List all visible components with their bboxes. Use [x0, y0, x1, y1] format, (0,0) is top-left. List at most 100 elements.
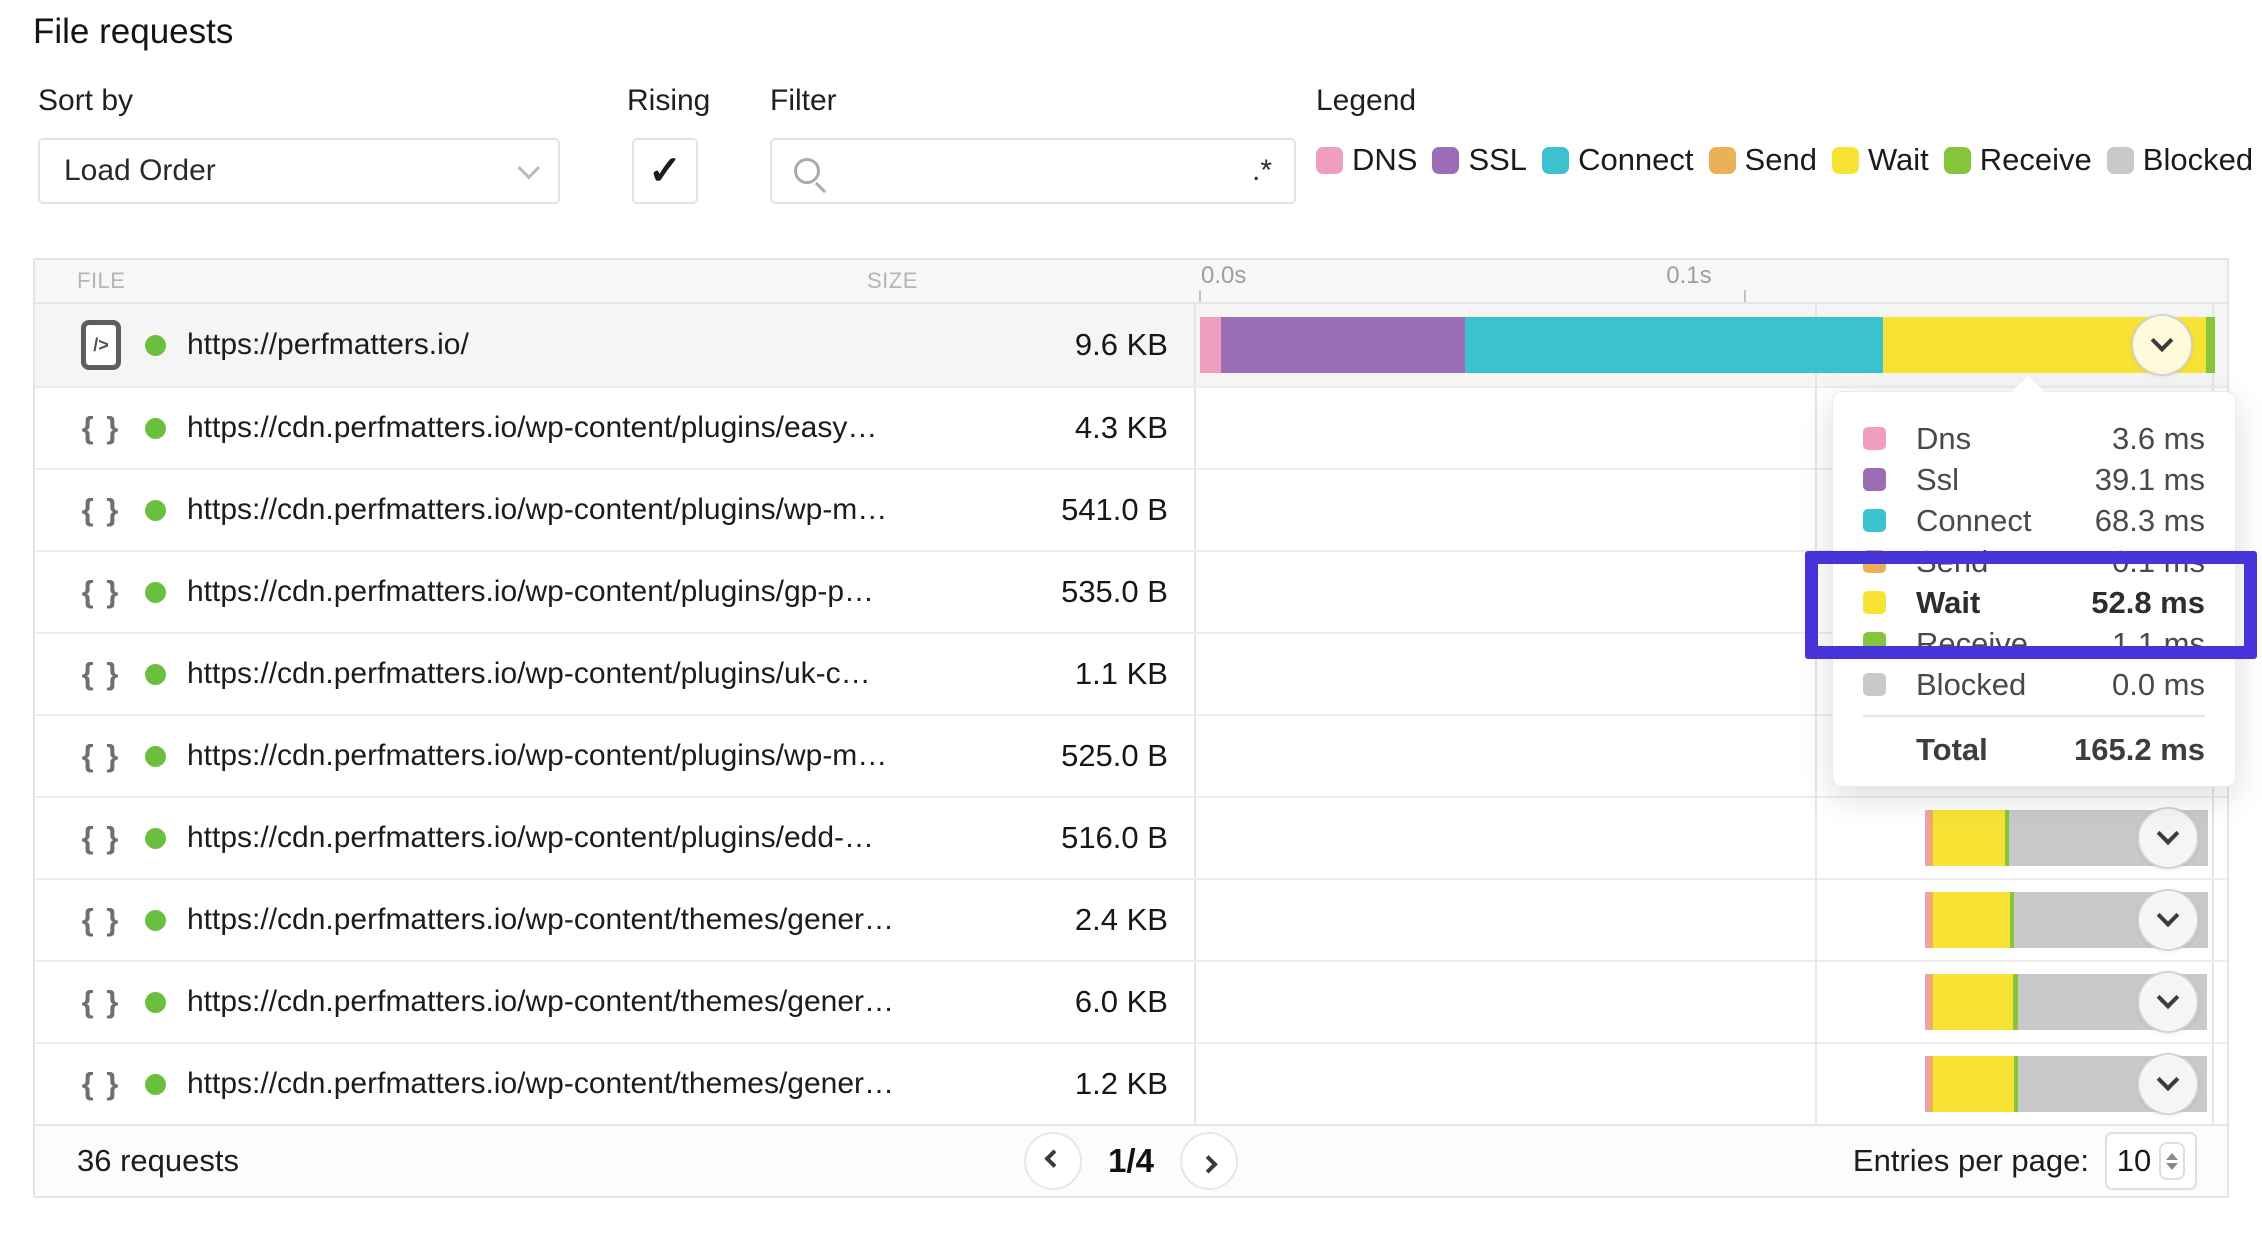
- file-cell: { } https://cdn.perfmatters.io/wp-content…: [35, 470, 888, 550]
- request-url: https://cdn.perfmatters.io/wp-content/th…: [187, 985, 895, 1018]
- braces-icon-glyph: { }: [81, 1066, 121, 1101]
- chevron-down-icon: [2156, 986, 2180, 1010]
- number-stepper[interactable]: [2159, 1142, 2186, 1180]
- tooltip-phase-value: 1.1 ms: [2111, 625, 2205, 661]
- checkmark-icon: ✓: [648, 149, 682, 193]
- status-dot: [145, 499, 166, 521]
- expand-request-button[interactable]: [2137, 889, 2200, 951]
- timeline-cell: [1193, 304, 2215, 386]
- timeline-gridline: [1814, 304, 1817, 1124]
- ssl-color-chip: [1863, 468, 1886, 491]
- entries-per-page-value: 10: [2116, 1143, 2152, 1178]
- size-cell: 516.0 B: [1061, 820, 1168, 855]
- timeline-cell: [1193, 962, 2212, 1042]
- tooltip-phase-name: Send: [1916, 543, 1989, 579]
- filter-field[interactable]: .*: [770, 138, 1296, 204]
- legend-item-ssl: SSL: [1432, 142, 1527, 178]
- segment-wait: [1932, 1056, 2015, 1112]
- timing-tooltip: Dns 3.6 ms Ssl 39.1 ms Connect 68.3 ms Send 0.1…: [1832, 373, 2236, 787]
- size-cell: 535.0 B: [1061, 574, 1168, 609]
- request-url: https://cdn.perfmatters.io/wp-content/pl…: [187, 411, 878, 444]
- axis-tick: [1744, 290, 1747, 302]
- segment-receive: [2205, 317, 2215, 373]
- sort-by-value: Load Order: [64, 154, 216, 187]
- braces-js-file-icon: { }: [75, 820, 127, 856]
- request-count: 36 requests: [77, 1143, 239, 1178]
- file-cell: { } https://cdn.perfmatters.io/wp-content…: [35, 552, 874, 632]
- table-footer: 36 requests 1/4 Entries per page: 10: [35, 1124, 2227, 1196]
- wait-color-chip: [1863, 591, 1886, 614]
- expand-request-button[interactable]: [2137, 1053, 2200, 1115]
- legend-item-blocked: Blocked: [2106, 142, 2253, 178]
- entries-per-page-label: Entries per page:: [1852, 1143, 2089, 1178]
- tooltip-total-row: Total 165.2 ms: [1863, 715, 2205, 767]
- ssl-color-chip: [1432, 146, 1460, 174]
- size-cell: 541.0 B: [1061, 492, 1168, 527]
- rising-label: Rising: [627, 84, 711, 117]
- size-cell: 1.1 KB: [1074, 656, 1168, 691]
- tooltip-phase-name: Dns: [1916, 420, 1972, 456]
- tooltip-total-value: 165.2 ms: [2074, 732, 2205, 767]
- axis-tick: [1199, 290, 1201, 302]
- waterfall-bar: [1200, 317, 2215, 373]
- sort-by-select[interactable]: Load Order: [38, 138, 560, 204]
- tooltip-row-ssl: Ssl 39.1 ms: [1863, 459, 2205, 500]
- expand-request-button[interactable]: [2131, 314, 2194, 376]
- legend-label: Legend: [1316, 84, 1417, 117]
- size-cell: 1.2 KB: [1074, 1066, 1168, 1101]
- legend-item-wait: Wait: [1831, 142, 1929, 178]
- page-indicator: 1/4: [1108, 1142, 1154, 1179]
- pagination: 1/4: [1024, 1132, 1238, 1190]
- tooltip-phase-name: Blocked: [1916, 666, 2027, 702]
- file-cell: /> https://perfmatters.io/: [35, 304, 864, 386]
- prev-page-button[interactable]: [1024, 1132, 1083, 1190]
- segment-connect: [1464, 317, 1883, 373]
- stepper-down-icon: [2166, 1162, 2179, 1170]
- braces-icon-glyph: { }: [81, 492, 121, 527]
- stepper-up-icon: [2166, 1152, 2179, 1160]
- tooltip-phase-value: 68.3 ms: [2094, 502, 2205, 538]
- size-cell: 4.3 KB: [1074, 410, 1168, 445]
- expand-request-button[interactable]: [2137, 807, 2200, 869]
- table-row[interactable]: /> https://perfmatters.io/9.6 KB: [35, 304, 2227, 386]
- table-row[interactable]: { } https://cdn.perfmatters.io/wp-content…: [35, 1042, 2227, 1124]
- segment-wait: [1932, 974, 2014, 1030]
- tooltip-phase-name: Ssl: [1916, 461, 1960, 497]
- braces-js-file-icon: { }: [75, 656, 127, 692]
- chevron-left-icon: [1043, 1148, 1063, 1168]
- legend-item-send: Send: [1708, 142, 1817, 178]
- timeline-cell: [1193, 798, 2212, 878]
- filter-text-input[interactable]: [834, 154, 1238, 188]
- request-url: https://perfmatters.io/: [187, 328, 469, 361]
- next-page-button[interactable]: [1179, 1132, 1238, 1190]
- tooltip-phase-name: Connect: [1916, 502, 2032, 538]
- timeline-right-pad: [2212, 880, 2227, 960]
- braces-icon-glyph: { }: [81, 656, 121, 691]
- rising-checkbox[interactable]: ✓: [632, 138, 698, 204]
- tooltip-phase-name: Receive: [1916, 625, 2028, 661]
- connect-color-chip: [1542, 146, 1570, 174]
- table-row[interactable]: { } https://cdn.perfmatters.io/wp-content…: [35, 878, 2227, 960]
- send-color-chip: [1708, 146, 1736, 174]
- file-cell: { } https://cdn.perfmatters.io/wp-content…: [35, 388, 878, 468]
- html-file-icon: />: [75, 320, 127, 370]
- sort-by-label: Sort by: [38, 84, 134, 117]
- size-cell: 9.6 KB: [1074, 327, 1168, 362]
- file-cell: { } https://cdn.perfmatters.io/wp-content…: [35, 962, 894, 1042]
- axis-label-mid: 0.1s: [1666, 262, 1712, 289]
- entries-per-page-input[interactable]: 10: [2105, 1132, 2197, 1190]
- tooltip-total-label: Total: [1916, 732, 1988, 767]
- segment-ssl: [1221, 317, 1465, 373]
- table-row[interactable]: { } https://cdn.perfmatters.io/wp-content…: [35, 796, 2227, 878]
- table-row[interactable]: { } https://cdn.perfmatters.io/wp-content…: [35, 960, 2227, 1042]
- tooltip-phase-value: 52.8 ms: [2091, 584, 2205, 620]
- braces-js-file-icon: { }: [75, 984, 127, 1020]
- tooltip-phase-value: 3.6 ms: [2111, 420, 2205, 456]
- timeline-cell: [1193, 880, 2212, 960]
- chevron-down-icon: [2156, 904, 2180, 928]
- expand-request-button[interactable]: [2137, 971, 2200, 1033]
- dns-color-chip: [1863, 427, 1886, 450]
- status-dot: [145, 417, 166, 439]
- column-header-file: FILE: [77, 268, 126, 293]
- legend-item-label: DNS: [1352, 142, 1418, 177]
